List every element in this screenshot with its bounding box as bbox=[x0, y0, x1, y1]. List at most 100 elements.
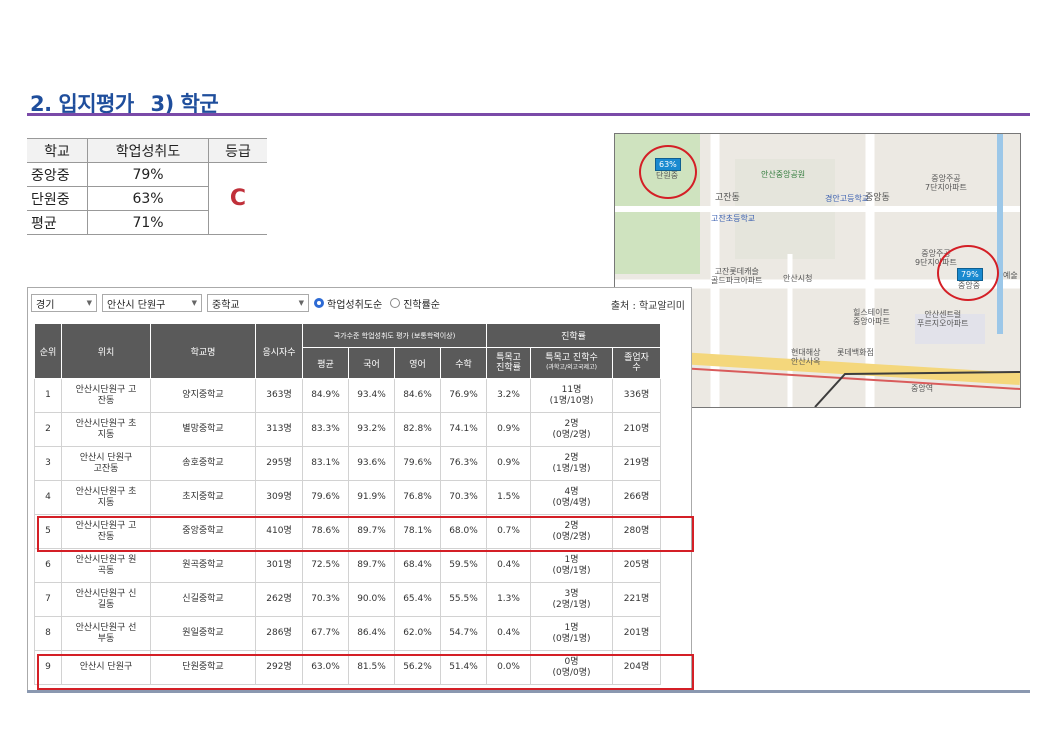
cell-english: 62.0% bbox=[394, 616, 441, 651]
map-label-apartment: 고잔롯데캐슬 골드파크아파트 bbox=[711, 267, 763, 285]
cell-special-rate: 1.5% bbox=[486, 480, 531, 515]
summary-school-value: 63% bbox=[87, 186, 209, 211]
header-special-count-label: 특목고 진학수 bbox=[545, 353, 598, 363]
map-highlight-jungang bbox=[937, 245, 999, 301]
sort-radio-advancement-label: 진학률순 bbox=[403, 299, 441, 311]
cell-korean: 90.0% bbox=[348, 582, 395, 617]
region-select-value: 경기 bbox=[36, 299, 55, 311]
header-korean: 국어 bbox=[348, 347, 395, 379]
grade-value: C bbox=[208, 162, 267, 235]
cell-location: 안산시단원구 원 곡동 bbox=[61, 548, 151, 583]
level-select-value: 중학교 bbox=[212, 299, 240, 311]
cell-school-name: 초지중학교 bbox=[150, 480, 256, 515]
table-header-row: 순위 위치 학교명 응시자수 국가수준 학업성취도 평가 (보통학력이상) 진학… bbox=[34, 323, 661, 379]
summary-school-value: 71% bbox=[87, 210, 209, 235]
cell-average: 72.5% bbox=[302, 548, 349, 583]
table-row: 3 안산시 단원구 고잔동 송호중학교 295명 83.1% 93.6% 79.6% 76.3… bbox=[34, 446, 661, 481]
header-rank: 순위 bbox=[34, 323, 62, 379]
map-label-park: 안산중앙공원 bbox=[761, 170, 806, 179]
cell-english: 76.8% bbox=[394, 480, 441, 515]
cell-special-rate: 0.4% bbox=[486, 548, 531, 583]
source-note: 출처 : 학교알리미 bbox=[610, 301, 685, 312]
cell-average: 84.9% bbox=[302, 378, 349, 413]
cell-location: 안산시 단원구 고잔동 bbox=[61, 446, 151, 481]
cell-special-count: 3명 (2명/1명) bbox=[530, 582, 613, 617]
cell-special-count: 2명 (0명/2명) bbox=[530, 412, 613, 447]
cell-count: 363명 bbox=[255, 378, 303, 413]
cell-count: 309명 bbox=[255, 480, 303, 515]
cell-rank: 1 bbox=[34, 378, 62, 413]
cell-special-rate: 0.4% bbox=[486, 616, 531, 651]
cell-special-count: 1명 (0명/1명) bbox=[530, 548, 613, 583]
cell-special-rate: 1.3% bbox=[486, 582, 531, 617]
district-select-value: 안산시 단원구 bbox=[107, 299, 166, 311]
district-select[interactable]: 안산시 단원구 ▼ bbox=[102, 294, 202, 312]
summary-table: 학교 학업성취도 등급 중앙중 79% C 단원중 63% 평균 71% bbox=[27, 138, 267, 235]
cell-count: 301명 bbox=[255, 548, 303, 583]
cell-rank: 3 bbox=[34, 446, 62, 481]
cell-location: 안산시단원구 초 지동 bbox=[61, 480, 151, 515]
chevron-down-icon: ▼ bbox=[298, 299, 304, 307]
header-average: 평균 bbox=[302, 347, 349, 379]
cell-graduates: 266명 bbox=[612, 480, 661, 515]
radio-unselected-icon bbox=[390, 298, 401, 308]
summary-header-school: 학교 bbox=[27, 138, 88, 163]
summary-school-name: 평균 bbox=[27, 210, 88, 235]
cell-average: 83.3% bbox=[302, 412, 349, 447]
header-national: 국가수준 학업성취도 평가 (보통학력이상) bbox=[302, 323, 487, 348]
header-english: 영어 bbox=[394, 347, 441, 379]
header-school: 학교명 bbox=[150, 323, 256, 379]
cell-rank: 4 bbox=[34, 480, 62, 515]
cell-rank: 6 bbox=[34, 548, 62, 583]
cell-location: 안산시단원구 신 길동 bbox=[61, 582, 151, 617]
cell-school-name: 원일중학교 bbox=[150, 616, 256, 651]
sort-radio-achievement[interactable]: 학업성취도순 bbox=[314, 296, 382, 311]
region-select[interactable]: 경기 ▼ bbox=[31, 294, 97, 312]
level-select[interactable]: 중학교 ▼ bbox=[207, 294, 309, 312]
cell-special-rate: 3.2% bbox=[486, 378, 531, 413]
radio-selected-icon bbox=[314, 298, 324, 308]
header-count: 응시자수 bbox=[255, 323, 303, 379]
cell-special-count: 4명 (0명/4명) bbox=[530, 480, 613, 515]
map-label-apartment: 힐스테이트 중앙아파트 bbox=[853, 308, 890, 326]
map-label-dong: 중앙동 bbox=[865, 193, 890, 203]
cell-location: 안산시단원구 초 지동 bbox=[61, 412, 151, 447]
table-row: 4 안산시단원구 초 지동 초지중학교 309명 79.6% 91.9% 76.8% 70.3… bbox=[34, 480, 661, 515]
cell-korean: 93.2% bbox=[348, 412, 395, 447]
cell-average: 70.3% bbox=[302, 582, 349, 617]
table-row: 2 안산시단원구 초 지동 별망중학교 313명 83.3% 93.2% 82.8% 74.1… bbox=[34, 412, 661, 447]
table-row: 1 안산시단원구 고 잔동 양지중학교 363명 84.9% 93.4% 84.6% 76.9… bbox=[34, 378, 661, 413]
summary-header-grade: 등급 bbox=[208, 138, 267, 163]
cell-graduates: 221명 bbox=[612, 582, 661, 617]
cell-english: 65.4% bbox=[394, 582, 441, 617]
bottom-divider bbox=[27, 690, 1030, 693]
cell-math: 59.5% bbox=[440, 548, 487, 583]
map-label-apartment: 안산센트럴 푸르지오아파트 bbox=[917, 310, 969, 328]
cell-math: 54.7% bbox=[440, 616, 487, 651]
header-special-count-sub: (과학고/외고국제고) bbox=[546, 364, 597, 371]
cell-math: 74.1% bbox=[440, 412, 487, 447]
cell-graduates: 205명 bbox=[612, 548, 661, 583]
sort-radio-advancement[interactable]: 진학률순 bbox=[390, 296, 440, 311]
header-special-rate: 특목고 진학률 bbox=[486, 347, 531, 379]
table-row: 6 안산시단원구 원 곡동 원곡중학교 301명 72.5% 89.7% 68.4% 59.5… bbox=[34, 548, 661, 583]
map-label-cityhall: 안산시청 bbox=[783, 274, 813, 283]
summary-school-name: 단원중 bbox=[27, 186, 88, 211]
cell-english: 84.6% bbox=[394, 378, 441, 413]
cell-special-count: 1명 (0명/1명) bbox=[530, 616, 613, 651]
sort-radio-achievement-label: 학업성취도순 bbox=[327, 299, 383, 311]
chevron-down-icon: ▼ bbox=[86, 299, 92, 307]
cell-rank: 7 bbox=[34, 582, 62, 617]
cell-graduates: 201명 bbox=[612, 616, 661, 651]
cell-korean: 91.9% bbox=[348, 480, 395, 515]
cell-school-name: 양지중학교 bbox=[150, 378, 256, 413]
cell-school-name: 송호중학교 bbox=[150, 446, 256, 481]
cell-graduates: 219명 bbox=[612, 446, 661, 481]
summary-header-achievement: 학업성취도 bbox=[87, 138, 209, 163]
cell-count: 295명 bbox=[255, 446, 303, 481]
cell-location: 안산시단원구 고 잔동 bbox=[61, 378, 151, 413]
cell-school-name: 신길중학교 bbox=[150, 582, 256, 617]
cell-count: 286명 bbox=[255, 616, 303, 651]
ranking-panel: 경기 ▼ 안산시 단원구 ▼ 중학교 ▼ 학업성취도순 진학률순 출처 : 학교… bbox=[27, 287, 694, 692]
map-label-dong: 고잔동 bbox=[715, 193, 740, 203]
